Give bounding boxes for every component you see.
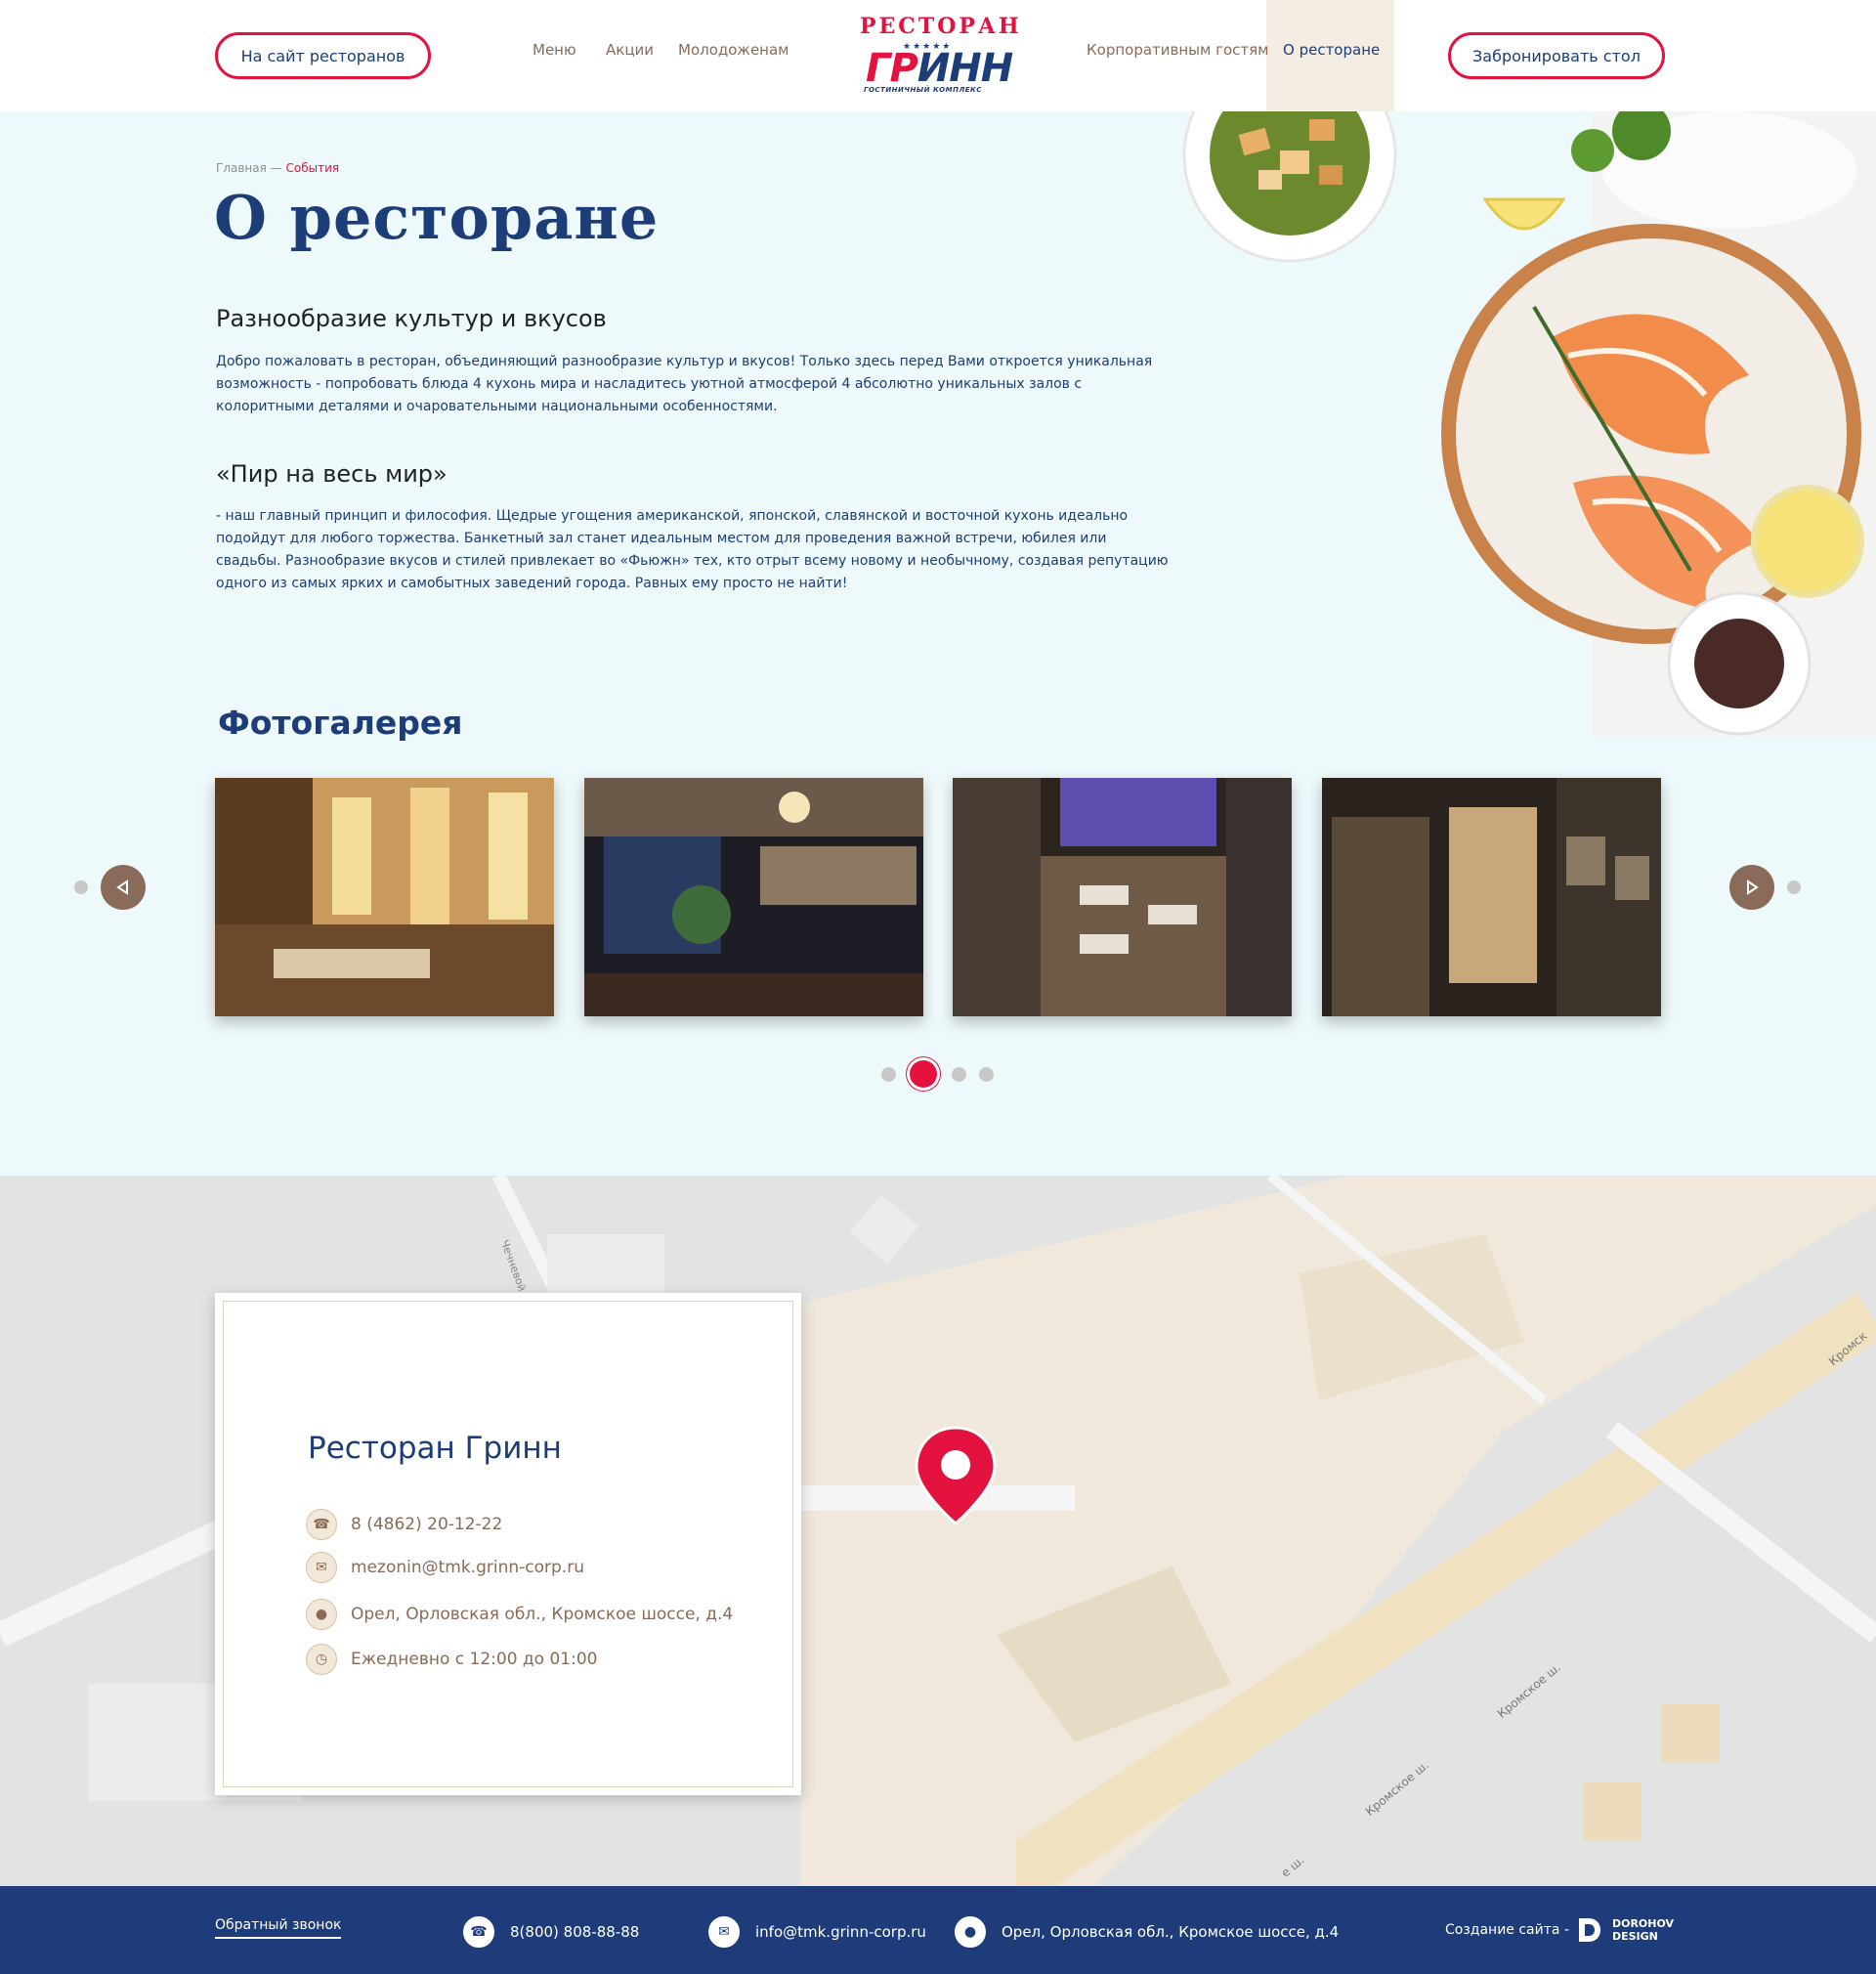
- page-title: О ресторане: [214, 182, 660, 253]
- contact-phone-row[interactable]: ☎ 8 (4862) 20-12-22: [306, 1509, 502, 1540]
- gallery-dot-2[interactable]: [910, 1060, 937, 1088]
- breadcrumb: Главная — События: [216, 161, 339, 175]
- location-icon: ●: [955, 1916, 986, 1948]
- section-text-cultures: Добро пожаловать в ресторан, объединяющи…: [216, 354, 1153, 414]
- gallery-dot-3[interactable]: [952, 1067, 966, 1082]
- mail-icon: ✉: [708, 1916, 740, 1948]
- studio-name-line1: DOROHOV: [1611, 1917, 1675, 1930]
- gallery-dot-1[interactable]: [881, 1067, 896, 1082]
- nav-newlyweds[interactable]: Молодоженам: [678, 41, 789, 59]
- gallery-next-button[interactable]: [1729, 865, 1774, 910]
- gallery-dot-4[interactable]: [979, 1067, 994, 1082]
- logo-brand: ГРИНН: [866, 46, 1013, 91]
- arrow-left-icon: [116, 880, 128, 895]
- logo-title: РЕСТОРАН: [860, 14, 1022, 39]
- breadcrumb-current[interactable]: События: [285, 161, 339, 175]
- gallery-photo-4[interactable]: [1322, 778, 1661, 1016]
- phone-icon: ☎: [463, 1916, 494, 1948]
- restaurants-site-button[interactable]: На сайт ресторанов: [215, 32, 431, 79]
- nav-promotions[interactable]: Акции: [606, 41, 654, 59]
- contact-card-border: Ресторан Гринн ☎ 8 (4862) 20-12-22 ✉ mez…: [223, 1301, 793, 1787]
- callback-link[interactable]: Обратный звонок: [215, 1917, 342, 1939]
- contact-address-row: ● Орел, Орловская обл., Кромское шоссе, …: [306, 1599, 733, 1630]
- credit-text: Создание сайта -: [1445, 1922, 1569, 1938]
- section-text-feast: - наш главный принцип и философия. Щедры…: [216, 508, 1169, 591]
- contact-hours: Ежедневно с 12:00 до 01:00: [351, 1650, 598, 1669]
- book-table-button[interactable]: Забронировать стол: [1448, 32, 1665, 79]
- nav-menu[interactable]: Меню: [533, 41, 576, 59]
- contact-address: Орел, Орловская обл., Кромское шоссе, д.…: [351, 1605, 734, 1624]
- contact-phone[interactable]: 8 (4862) 20-12-22: [351, 1515, 502, 1534]
- gallery-prev-button[interactable]: [101, 865, 146, 910]
- footer-phone-text[interactable]: 8(800) 808-88-88: [510, 1923, 639, 1941]
- contact-email[interactable]: mezonin@tmk.grinn-corp.ru: [351, 1558, 584, 1577]
- gallery-title: Фотогалерея: [218, 704, 463, 742]
- clock-icon: ◷: [306, 1644, 337, 1675]
- food-decoration: [1182, 111, 1876, 737]
- logo[interactable]: РЕСТОРАН ★★★★★ ГРИНН ГОСТИНИЧНЫЙ КОМПЛЕК…: [860, 14, 1022, 98]
- site-footer: Обратный звонок ☎ 8(800) 808-88-88 ✉ inf…: [0, 1886, 1876, 1974]
- studio-name-line2: DESIGN: [1611, 1930, 1658, 1943]
- nav-about[interactable]: О ресторане: [1283, 41, 1380, 59]
- contact-email-row[interactable]: ✉ mezonin@tmk.grinn-corp.ru: [306, 1552, 584, 1583]
- breadcrumb-separator: —: [266, 161, 286, 175]
- gallery-photo-2[interactable]: [584, 778, 923, 1016]
- contact-hours-row: ◷ Ежедневно с 12:00 до 01:00: [306, 1644, 597, 1675]
- phone-icon: ☎: [306, 1509, 337, 1540]
- site-credit[interactable]: Создание сайта - DOROHOV DESIGN: [1445, 1916, 1674, 1944]
- contact-title: Ресторан Гринн: [308, 1431, 562, 1466]
- contact-card: Ресторан Гринн ☎ 8 (4862) 20-12-22 ✉ mez…: [215, 1293, 801, 1795]
- footer-phone[interactable]: ☎ 8(800) 808-88-88: [463, 1916, 639, 1948]
- section-heading-feast: «Пир на весь мир»: [216, 460, 448, 488]
- studio-name: DOROHOV DESIGN: [1612, 1917, 1674, 1943]
- footer-address: ● Орел, Орловская обл., Кромское шоссе, …: [955, 1916, 1339, 1948]
- logo-brand-red: ГР: [866, 46, 918, 91]
- logo-subtitle: ГОСТИНИЧНЫЙ КОМПЛЕКС: [864, 86, 982, 94]
- gallery-side-dot-left: [74, 880, 88, 894]
- site-header: На сайт ресторанов Меню Акции Молодожена…: [0, 0, 1876, 111]
- gallery-side-dot-right: [1787, 880, 1801, 894]
- footer-address-text: Орел, Орловская обл., Кромское шоссе, д.…: [1002, 1923, 1340, 1941]
- arrow-right-icon: [1747, 880, 1759, 895]
- location-icon: ●: [306, 1599, 337, 1630]
- nav-corporate[interactable]: Корпоративным гостям: [1087, 41, 1269, 59]
- section-heading-cultures: Разнообразие культур и вкусов: [216, 305, 607, 332]
- breadcrumb-home[interactable]: Главная: [216, 161, 267, 175]
- gallery-photo-3[interactable]: [953, 778, 1292, 1016]
- footer-email-text[interactable]: info@tmk.grinn-corp.ru: [755, 1923, 926, 1941]
- footer-email[interactable]: ✉ info@tmk.grinn-corp.ru: [708, 1916, 926, 1948]
- map-pin-icon[interactable]: [915, 1426, 997, 1527]
- mail-icon: ✉: [306, 1552, 337, 1583]
- dorohov-logo-icon: [1577, 1916, 1602, 1944]
- gallery-photo-1[interactable]: [215, 778, 554, 1016]
- logo-brand-blue: ИНН: [917, 46, 1013, 91]
